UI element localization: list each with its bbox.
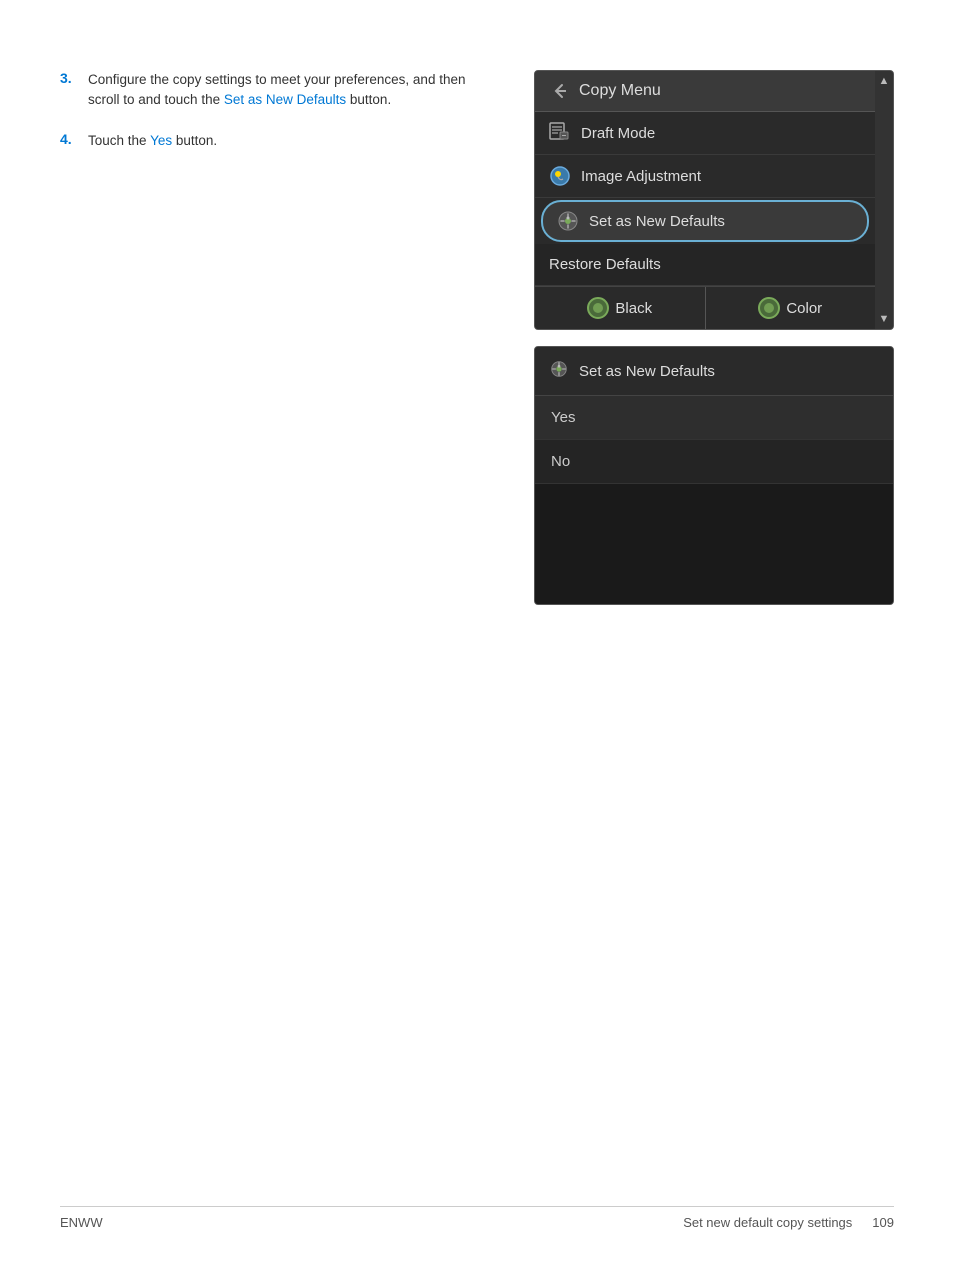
footer-page-number: 109 [872,1215,894,1230]
step-3: 3. Configure the copy settings to meet y… [60,70,494,111]
step-4-text: Touch the Yes button. [88,131,217,151]
step-4-text-part1: Touch the [88,133,150,148]
step-3-text: Configure the copy settings to meet your… [88,70,494,111]
black-button[interactable]: Black [535,287,706,329]
set-defaults-gear-icon [549,359,569,383]
copy-menu-scroll-area: Copy Menu [535,71,893,329]
yes-label: Yes [551,409,575,426]
restore-defaults-label: Restore Defaults [549,256,861,273]
draft-mode-row[interactable]: Draft Mode [535,112,875,155]
color-label: Color [786,300,822,317]
step-4: 4. Touch the Yes button. [60,131,494,151]
black-color-row: Black Color [535,286,875,329]
right-column: Copy Menu [534,70,894,621]
content-area: 3. Configure the copy settings to meet y… [60,70,894,621]
black-label: Black [615,300,652,317]
empty-area [535,484,893,604]
restore-defaults-row[interactable]: Restore Defaults [535,244,875,286]
set-defaults-icon [557,210,579,232]
image-adjustment-row[interactable]: Image Adjustment [535,155,875,198]
set-as-new-defaults-label: Set as New Defaults [589,213,853,230]
step-4-number: 4. [60,131,78,151]
color-circle-inner [764,303,774,313]
yes-row[interactable]: Yes [535,396,893,440]
image-adjustment-label: Image Adjustment [581,168,861,185]
set-defaults-screenshot: Set as New Defaults Yes No [534,346,894,605]
left-column: 3. Configure the copy settings to meet y… [60,70,494,621]
draft-mode-label: Draft Mode [581,125,861,142]
copy-menu-header: Copy Menu [535,71,875,112]
set-defaults-header: Set as New Defaults [535,347,893,396]
step-3-text-part2: button. [346,92,391,107]
color-button[interactable]: Color [706,287,876,329]
no-label: No [551,453,570,470]
set-as-new-defaults-link[interactable]: Set as New Defaults [224,92,346,107]
draft-mode-icon [549,122,571,144]
footer-description: Set new default copy settings [683,1215,852,1230]
back-arrow-icon [549,81,569,101]
image-adjustment-icon [549,165,571,187]
black-circle-inner [593,303,603,313]
page: 3. Configure the copy settings to meet y… [0,0,954,1270]
scroll-up-arrow[interactable]: ▲ [879,75,890,87]
color-circle-icon [758,297,780,319]
no-row[interactable]: No [535,440,893,484]
step-4-text-part2: button. [172,133,217,148]
black-circle-icon [587,297,609,319]
scroll-bar: ▲ ▼ [875,71,893,329]
copy-menu-screenshot: Copy Menu [534,70,894,330]
copy-menu-content: Copy Menu [535,71,875,329]
footer: ENWW Set new default copy settings 109 [60,1206,894,1230]
set-as-new-defaults-row[interactable]: Set as New Defaults [541,200,869,242]
step-3-number: 3. [60,70,78,111]
yes-link[interactable]: Yes [150,133,172,148]
set-defaults-title: Set as New Defaults [579,363,715,380]
scroll-down-arrow[interactable]: ▼ [879,313,890,325]
copy-menu-title: Copy Menu [579,82,661,100]
footer-enww: ENWW [60,1215,103,1230]
footer-right: Set new default copy settings 109 [683,1215,894,1230]
